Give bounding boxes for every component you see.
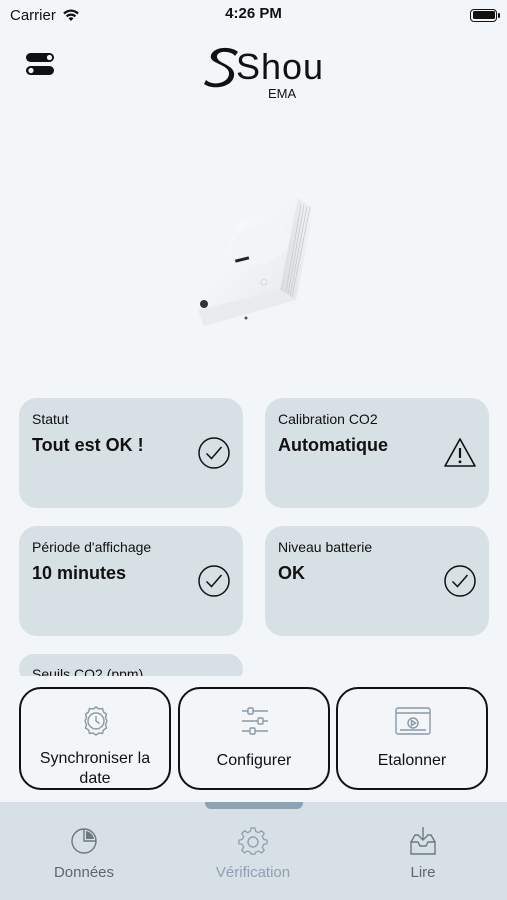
pie-chart-icon [71, 828, 97, 854]
battery-level-card[interactable]: Niveau batterie OK [265, 526, 489, 636]
status-card[interactable]: Statut Tout est OK ! [19, 398, 243, 508]
check-circle-icon [198, 565, 230, 597]
check-circle-icon [198, 437, 230, 469]
clock: 4:26 PM [225, 5, 282, 22]
device-image [198, 198, 314, 326]
gear-icon [238, 827, 268, 855]
calibrate-button[interactable]: Etalonner [336, 687, 488, 790]
display-period-card[interactable]: Période d'affichage 10 minutes [19, 526, 243, 636]
battery-icon [470, 8, 500, 22]
clock-gear-icon [84, 706, 108, 736]
check-circle-icon [444, 565, 476, 597]
sliders-icon [242, 707, 268, 735]
sync-date-button[interactable]: Synchroniser la date [19, 687, 171, 790]
tab-donnees[interactable]: Données [19, 826, 149, 881]
tab-label: Vérification [215, 864, 291, 881]
logo-subtitle: EMA [268, 86, 297, 101]
card-label: Statut [32, 411, 69, 427]
card-label: Calibration CO2 [278, 411, 378, 427]
video-player-icon [395, 707, 431, 735]
inbox-download-icon [410, 827, 436, 855]
calibration-card[interactable]: Calibration CO2 Automatique [265, 398, 489, 508]
button-label: Synchroniser la date [39, 750, 151, 787]
tab-verification[interactable]: Vérification [188, 826, 318, 881]
card-label: Niveau batterie [278, 539, 373, 555]
toggle-menu-icon[interactable] [24, 52, 58, 78]
tab-label: Lire [410, 864, 436, 881]
tab-label: Données [53, 864, 115, 881]
configure-button[interactable]: Configurer [178, 687, 330, 790]
active-tab-indicator [205, 802, 303, 809]
button-label: Etalonner [377, 752, 447, 769]
status-bar: Carrier 4:26 PM [0, 0, 507, 30]
tab-lire[interactable]: Lire [358, 826, 488, 881]
warning-triangle-icon [444, 438, 476, 467]
button-label: Configurer [216, 752, 292, 769]
card-label: Période d'affichage [32, 539, 152, 555]
logo-wordmark: Shou [236, 46, 325, 87]
